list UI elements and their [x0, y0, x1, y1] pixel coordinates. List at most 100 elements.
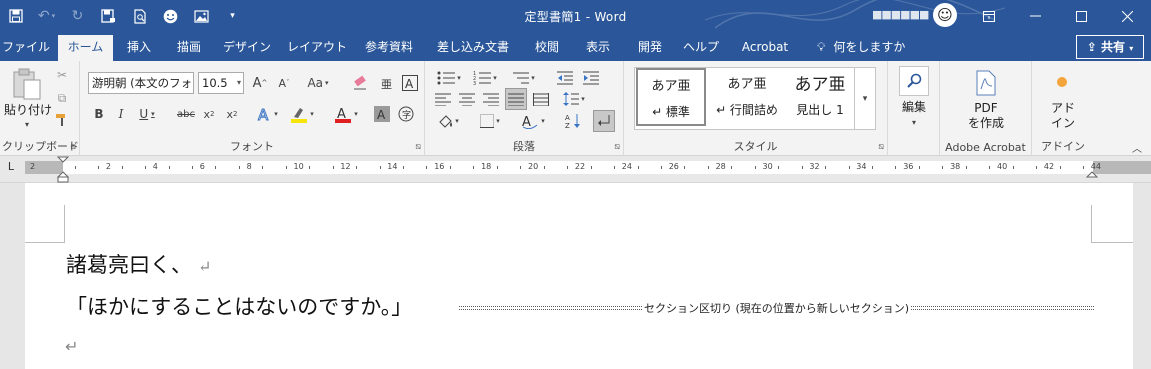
tab-insert[interactable]: 挿入	[118, 35, 160, 61]
font-size-select[interactable]: 10.5 ▾	[198, 72, 244, 94]
clear-formatting-icon[interactable]	[350, 73, 370, 93]
minimize-icon[interactable]	[1012, 0, 1058, 32]
styles-more-icon[interactable]: ▾	[854, 67, 876, 130]
multilevel-list-icon[interactable]: ▾	[507, 69, 539, 87]
cut-icon[interactable]: ✂	[53, 66, 71, 84]
ruler-number: 8	[246, 162, 252, 171]
style-no-spacing[interactable]: あア亜 ↵ 行間詰め	[708, 68, 786, 126]
tab-view[interactable]: 表示	[576, 35, 620, 61]
addin-icon[interactable]	[1053, 73, 1071, 91]
paste-icon[interactable]	[10, 67, 44, 101]
grow-font-icon[interactable]: A ^	[250, 73, 270, 93]
borders-icon[interactable]: ▾	[475, 111, 505, 131]
ruler-tick	[497, 166, 498, 169]
tab-acrobat[interactable]: Acrobat	[734, 35, 796, 61]
copy-icon[interactable]: ⧉	[53, 89, 71, 107]
chevron-down-icon[interactable]: ▾	[909, 117, 919, 127]
increase-indent-icon[interactable]	[581, 69, 601, 87]
tab-mailings[interactable]: 差し込み文書	[430, 35, 516, 61]
paste-label[interactable]: 貼り付け	[4, 103, 52, 118]
align-center-icon[interactable]	[457, 90, 477, 108]
line-spacing-icon[interactable]: ▾	[559, 90, 589, 108]
style-heading-1-name: 見出し 1	[796, 103, 844, 117]
ruler-tick	[215, 166, 216, 169]
font-launcher-icon[interactable]: ⧅	[415, 142, 421, 152]
share-button[interactable]: ⇪ 共有 ▾	[1076, 35, 1144, 59]
style-heading-1[interactable]: あア亜 見出し 1	[784, 68, 856, 126]
character-shading-icon[interactable]: A	[372, 104, 392, 124]
ruler-number: 18	[481, 162, 492, 171]
paste-dropdown-icon[interactable]: ▾	[22, 119, 32, 129]
font-name-select[interactable]: 游明朝 (本文のフォ	[88, 72, 194, 94]
text-effects-icon[interactable]: A ▾	[252, 104, 282, 124]
indent-markers-icon[interactable]	[57, 156, 69, 183]
change-case-icon[interactable]: Aa ▾	[301, 73, 335, 93]
tab-review[interactable]: 校閲	[524, 35, 570, 61]
addin-button[interactable]: アド イン	[1032, 101, 1094, 131]
align-right-icon[interactable]	[481, 90, 501, 108]
format-painter-icon[interactable]	[53, 111, 71, 129]
ruler-right-margin	[1093, 161, 1151, 174]
phonetic-guide-icon[interactable]: 亜	[376, 73, 396, 93]
tell-me-search[interactable]: 💡︎ 何をしますか	[817, 35, 905, 59]
style-normal[interactable]: あア亜 ↵ 標準	[636, 68, 706, 126]
pdf-icon[interactable]	[974, 69, 998, 97]
tab-developer[interactable]: 開発	[628, 35, 672, 61]
create-pdf-button[interactable]: PDF を作成	[940, 101, 1032, 131]
italic-icon[interactable]: I	[112, 104, 130, 124]
chevron-down-icon: ▾	[1129, 44, 1134, 53]
section-break-line	[911, 306, 1095, 310]
styles-group-label: スタイル	[733, 140, 778, 153]
tab-file[interactable]: ファイル	[0, 35, 52, 61]
ribbon-display-icon[interactable]	[966, 0, 1012, 32]
ruler-tick	[262, 166, 263, 169]
subscript-icon[interactable]: x2	[200, 104, 218, 124]
styles-launcher-icon[interactable]: ⧅	[878, 142, 884, 152]
tab-layout[interactable]: レイアウト	[284, 35, 350, 61]
show-formatting-marks-icon[interactable]	[593, 110, 615, 132]
font-group: 游明朝 (本文のフォ 10.5 ▾ A ^ Aˇ Aa ▾ 亜 A B I U ▾ a…	[80, 61, 425, 156]
editing-button-label[interactable]: 編集	[888, 100, 940, 115]
character-border-icon[interactable]: A	[400, 73, 420, 93]
strikethrough-icon[interactable]: abc	[174, 104, 198, 124]
ruler-tick	[286, 166, 287, 169]
decrease-indent-icon[interactable]	[555, 69, 575, 87]
highlight-icon[interactable]: ▾	[286, 104, 318, 124]
bullets-icon[interactable]: ▾	[433, 69, 465, 87]
paragraph-launcher-icon[interactable]: ⧅	[614, 142, 620, 152]
paragraph-mark: ↵	[198, 257, 212, 276]
superscript-icon[interactable]: x2	[223, 104, 241, 124]
shading-icon[interactable]: ▾	[433, 111, 463, 131]
ruler-tick	[1060, 166, 1061, 169]
tab-design[interactable]: デザイン	[218, 35, 276, 61]
collapse-ribbon-icon[interactable]: ︿	[1130, 141, 1144, 155]
justify-icon[interactable]	[505, 88, 527, 110]
numbering-icon[interactable]: 1 2 3 ▾	[469, 69, 501, 87]
tab-draw[interactable]: 描画	[168, 35, 210, 61]
user-name[interactable]: ■■■■■■	[872, 8, 929, 24]
clipboard-launcher-icon[interactable]: ⧅	[70, 142, 76, 152]
tab-home[interactable]: ホーム	[58, 35, 113, 61]
close-icon[interactable]	[1104, 0, 1150, 32]
svg-text:A: A	[565, 114, 570, 122]
enclose-characters-icon[interactable]: 字	[396, 104, 416, 124]
font-name-value: 游明朝 (本文のフォ	[92, 76, 193, 90]
underline-icon[interactable]: U ▾	[134, 104, 160, 124]
shrink-font-icon[interactable]: Aˇ	[274, 73, 294, 93]
ruler-number: 28	[715, 162, 726, 171]
page[interactable]: 諸葛亮曰く、 ↵ 「ほかにすることはないのですか。」 セクション区切り (現在の位…	[25, 183, 1133, 369]
align-left-icon[interactable]	[433, 90, 453, 108]
bold-icon[interactable]: B	[90, 104, 108, 124]
ruler-number: 40	[997, 162, 1008, 171]
tab-help[interactable]: ヘルプ	[678, 35, 724, 61]
ruler-tick	[872, 166, 873, 169]
avatar[interactable]: ☺	[933, 3, 957, 27]
font-color-icon[interactable]: A ▾	[330, 104, 362, 124]
find-icon[interactable]	[899, 66, 929, 96]
distributed-icon[interactable]	[531, 90, 551, 108]
maximize-icon[interactable]	[1058, 0, 1104, 32]
sort-icon[interactable]: AZ	[563, 111, 583, 131]
tab-selector-icon[interactable]: L	[3, 159, 19, 175]
asian-layout-icon[interactable]: A ▾	[517, 111, 549, 131]
tab-references[interactable]: 参考資料	[358, 35, 420, 61]
